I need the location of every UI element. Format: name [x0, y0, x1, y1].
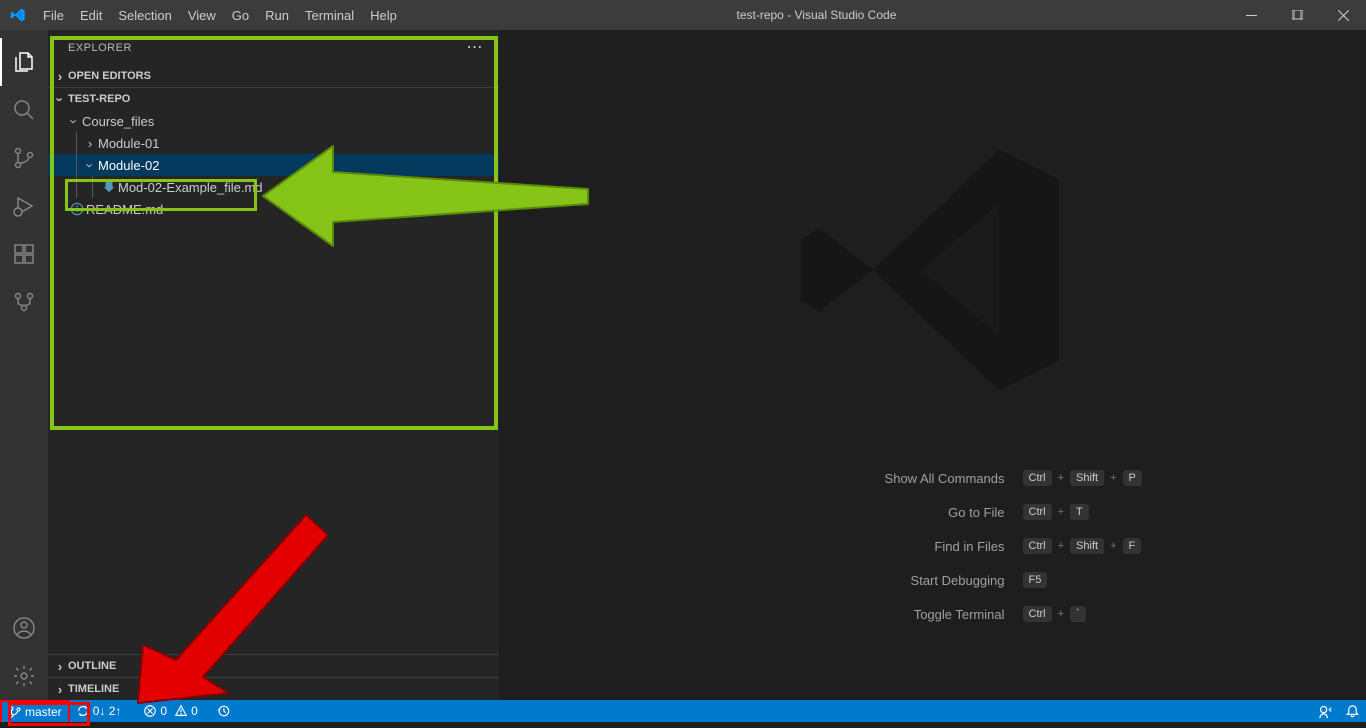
keybinding: Ctrl+T	[1023, 504, 1223, 520]
run-debug-icon[interactable]	[0, 182, 48, 230]
action-label: Find in Files	[643, 539, 1023, 554]
activity-bar	[0, 30, 48, 700]
tree-file-readme[interactable]: README.md	[48, 198, 499, 220]
repo-label: TEST-REPO	[68, 93, 130, 105]
git-graph-icon[interactable]	[0, 278, 48, 326]
explorer-sidebar: EXPLORER ⋯ › OPEN EDITORS › TEST-REPO › …	[48, 30, 499, 700]
action-label: Toggle Terminal	[643, 607, 1023, 622]
chevron-right-icon: ›	[82, 136, 98, 151]
title-bar: File Edit Selection View Go Run Terminal…	[0, 0, 1366, 30]
welcome-action-find-in-files: Find in Files Ctrl+Shift+F	[643, 538, 1223, 554]
tree-file-example[interactable]: Mod-02-Example_file.md	[48, 176, 499, 198]
vscode-watermark-icon	[783, 120, 1083, 420]
keybinding: Ctrl+Shift+F	[1023, 538, 1223, 554]
close-button[interactable]	[1320, 0, 1366, 30]
explorer-more-icon[interactable]: ⋯	[467, 40, 484, 56]
welcome-action-start-debugging: Start Debugging F5	[643, 572, 1223, 588]
welcome-action-show-commands: Show All Commands Ctrl+Shift+P	[643, 470, 1223, 486]
minimize-button[interactable]	[1228, 0, 1274, 30]
status-bar: master 0↓ 2↑ 0 0	[0, 700, 1366, 722]
action-label: Start Debugging	[643, 573, 1023, 588]
menu-run[interactable]: Run	[257, 0, 297, 30]
repo-section[interactable]: › TEST-REPO	[48, 88, 499, 110]
search-icon[interactable]	[0, 86, 48, 134]
chevron-down-icon: ›	[53, 91, 68, 107]
warning-count: 0	[191, 704, 198, 718]
file-tree: › Course_files › Module-01 › Module-02 M…	[48, 110, 499, 220]
timeline-label: TIMELINE	[68, 683, 119, 695]
welcome-action-go-to-file: Go to File Ctrl+T	[643, 504, 1223, 520]
timeline-section[interactable]: › TIMELINE	[48, 678, 499, 700]
sync-status[interactable]: 0↓ 2↑	[70, 700, 128, 722]
open-editors-label: OPEN EDITORS	[68, 70, 151, 82]
tree-label: Module-02	[98, 158, 159, 173]
feedback-icon[interactable]	[1312, 700, 1339, 722]
chevron-down-icon: ›	[83, 157, 98, 173]
tree-label: Mod-02-Example_file.md	[118, 180, 263, 195]
chevron-right-icon: ›	[52, 659, 68, 674]
history-status[interactable]	[210, 700, 236, 722]
settings-gear-icon[interactable]	[0, 652, 48, 700]
open-editors-section[interactable]: › OPEN EDITORS	[48, 65, 499, 87]
window-title: test-repo - Visual Studio Code	[737, 8, 897, 22]
welcome-action-toggle-terminal: Toggle Terminal Ctrl+`	[643, 606, 1223, 622]
menu-edit[interactable]: Edit	[72, 0, 110, 30]
action-label: Go to File	[643, 505, 1023, 520]
info-file-icon	[68, 202, 86, 216]
welcome-actions: Show All Commands Ctrl+Shift+P Go to Fil…	[499, 470, 1366, 622]
menu-file[interactable]: File	[35, 0, 72, 30]
keybinding: F5	[1023, 572, 1223, 588]
editor-area: Show All Commands Ctrl+Shift+P Go to Fil…	[499, 30, 1366, 700]
vscode-logo-icon	[0, 7, 35, 23]
chevron-right-icon: ›	[52, 69, 68, 84]
action-label: Show All Commands	[643, 471, 1023, 486]
menu-help[interactable]: Help	[362, 0, 405, 30]
menu-selection[interactable]: Selection	[110, 0, 179, 30]
menu-terminal[interactable]: Terminal	[297, 0, 362, 30]
markdown-file-icon	[100, 180, 118, 194]
tree-label: README.md	[86, 202, 163, 217]
window-controls	[1228, 0, 1366, 30]
error-count: 0	[160, 704, 167, 718]
explorer-header: EXPLORER ⋯	[48, 30, 499, 65]
source-control-icon[interactable]	[0, 134, 48, 182]
tree-label: Module-01	[98, 136, 159, 151]
maximize-button[interactable]	[1274, 0, 1320, 30]
problems-status[interactable]: 0 0	[137, 700, 203, 722]
tree-folder-module-02[interactable]: › Module-02	[48, 154, 499, 176]
tree-folder-course-files[interactable]: › Course_files	[48, 110, 499, 132]
keybinding: Ctrl+Shift+P	[1023, 470, 1223, 486]
menu-go[interactable]: Go	[224, 0, 257, 30]
sync-counts: 0↓ 2↑	[93, 704, 122, 718]
main-menu: File Edit Selection View Go Run Terminal…	[35, 0, 405, 30]
chevron-down-icon: ›	[67, 113, 82, 129]
notifications-icon[interactable]	[1339, 700, 1366, 722]
account-icon[interactable]	[0, 604, 48, 652]
tree-label: Course_files	[82, 114, 154, 129]
outline-label: OUTLINE	[68, 660, 116, 672]
tree-folder-module-01[interactable]: › Module-01	[48, 132, 499, 154]
chevron-right-icon: ›	[52, 682, 68, 697]
branch-name: master	[25, 705, 62, 719]
outline-section[interactable]: › OUTLINE	[48, 655, 499, 677]
keybinding: Ctrl+`	[1023, 606, 1223, 622]
extensions-icon[interactable]	[0, 230, 48, 278]
explorer-title: EXPLORER	[68, 42, 132, 54]
git-branch-indicator[interactable]: master	[0, 700, 70, 722]
explorer-icon[interactable]	[0, 38, 48, 86]
menu-view[interactable]: View	[180, 0, 224, 30]
